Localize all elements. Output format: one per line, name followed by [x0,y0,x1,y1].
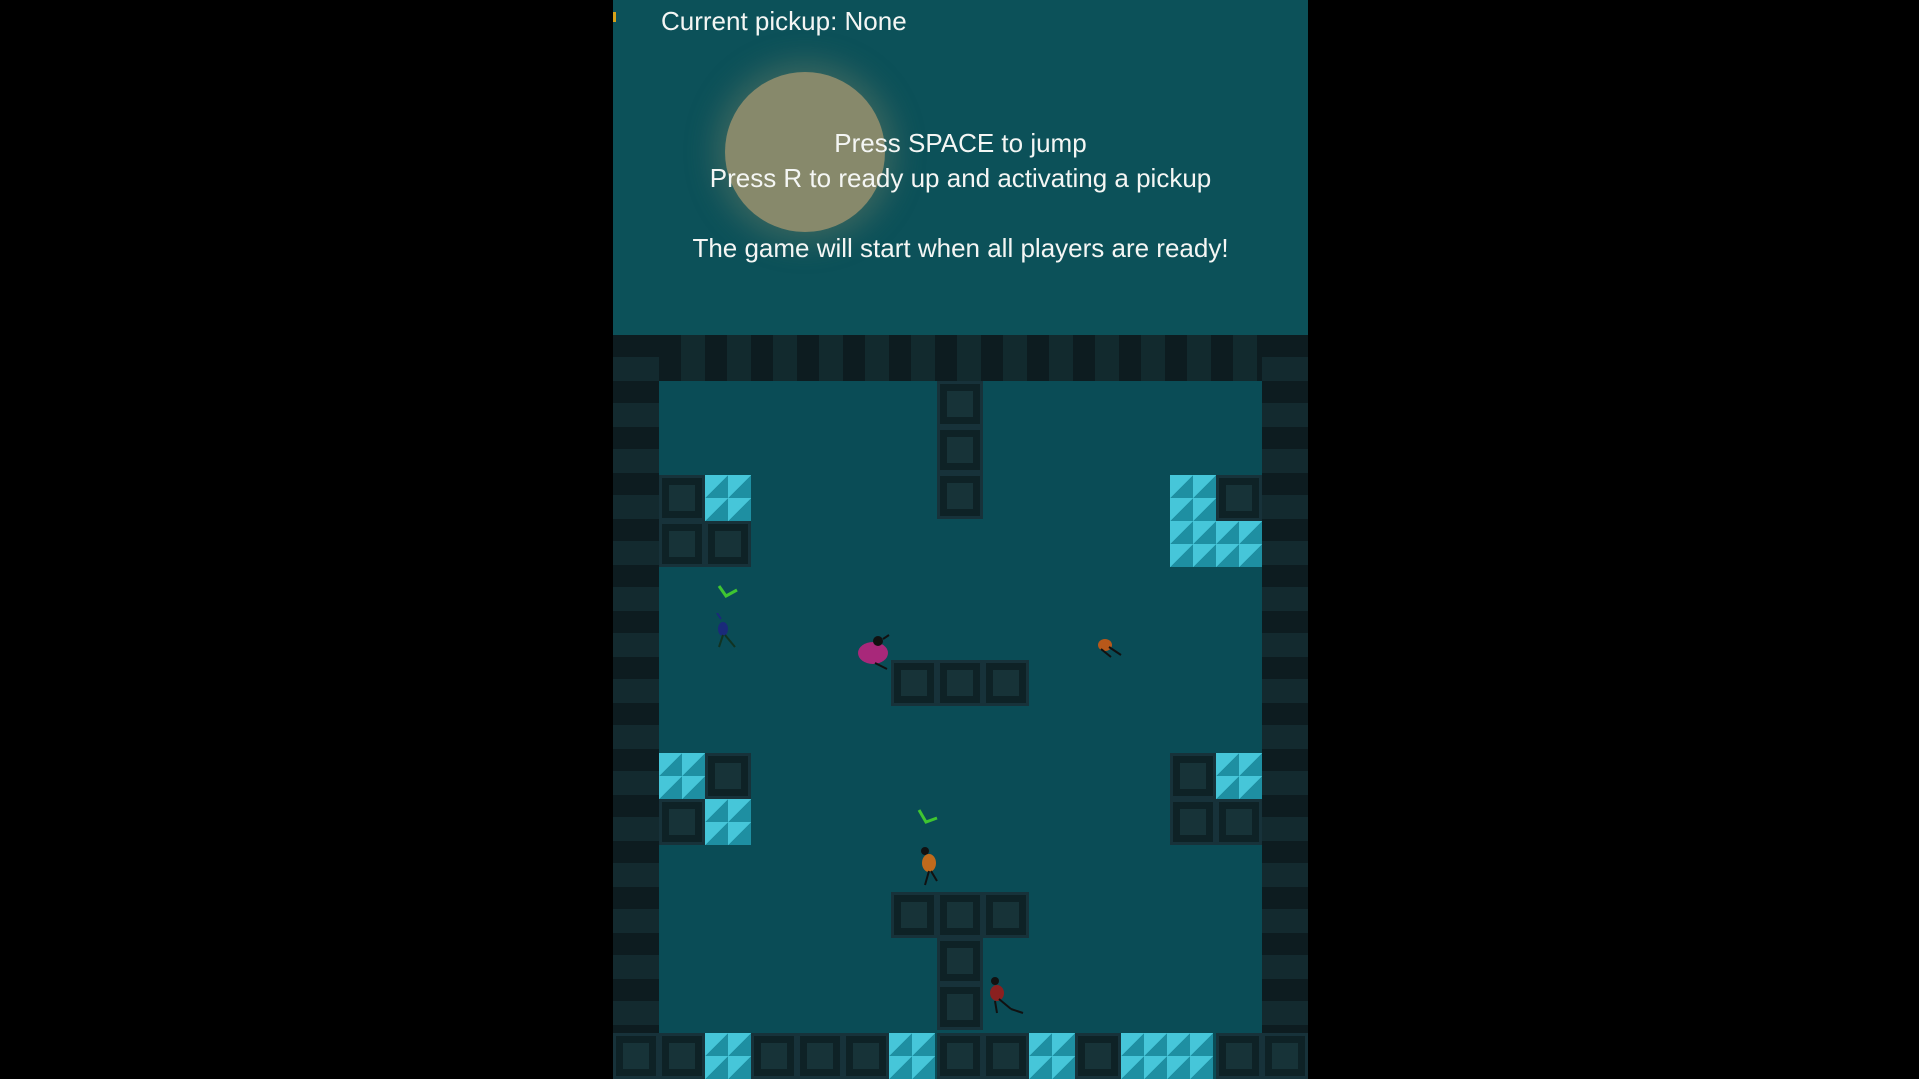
crystal-tile [705,799,751,845]
floor-block [659,1033,705,1079]
ready-check-icon [917,809,938,824]
arena-wall-right [1262,335,1308,1079]
start-instruction: The game will start when all players are… [692,233,1229,263]
red-player [990,977,1024,1014]
magenta-player [858,634,890,670]
arena-wall-top [613,335,1308,381]
wall-block [1170,753,1216,799]
arena [613,335,1308,1079]
crystal-tile [1170,521,1216,567]
wall-block [659,475,705,521]
wall-block [659,521,705,567]
wall-block [705,521,751,567]
wall-block [659,799,705,845]
wall-block [1216,475,1262,521]
jump-instruction: Press SPACE to jump [834,128,1087,158]
floor-block [1216,1033,1262,1079]
orange-player-right [1098,639,1122,658]
platform-block [983,892,1029,938]
wall-block [705,753,751,799]
platform-block [983,660,1029,706]
floor-block [797,1033,843,1079]
hud-panel: Current pickup: None Press SPACE to jump… [613,0,1308,335]
ready-instruction: Press R to ready up and activating a pic… [709,163,1212,193]
arena-wall-left [613,335,659,1079]
hud-marker [613,12,616,22]
wall-block [937,938,983,984]
floor-block [1075,1033,1121,1079]
game-viewport[interactable]: Current pickup: None Press SPACE to jump… [613,0,1308,1079]
platform-block [937,660,983,706]
wall-block [937,473,983,519]
current-pickup-label: Current pickup: None [661,6,907,36]
floor-block [751,1033,797,1079]
wall-block [937,427,983,473]
wall-block [1170,799,1216,845]
crystal-tile [1216,521,1262,567]
wall-block [937,984,983,1030]
platform-block [891,892,937,938]
wall-block [937,381,983,427]
floor-block [1262,1033,1308,1079]
crystal-tile [1121,1033,1167,1079]
floor-block [843,1033,889,1079]
crystal-tile [705,475,751,521]
crystal-tile [1029,1033,1075,1079]
floor-block [937,1033,983,1079]
crystal-tile [1216,753,1262,799]
crystal-tile [659,753,705,799]
blue-player [716,613,736,648]
crystal-tile [705,1033,751,1079]
ready-check-icon [717,585,738,598]
floor-block [613,1033,659,1079]
wall-block [1216,799,1262,845]
crystal-tile [889,1033,935,1079]
crystal-tile [1167,1033,1213,1079]
floor-block [983,1033,1029,1079]
orange-player-center [921,847,938,886]
crystal-tile [1170,475,1216,521]
platform-block [937,892,983,938]
